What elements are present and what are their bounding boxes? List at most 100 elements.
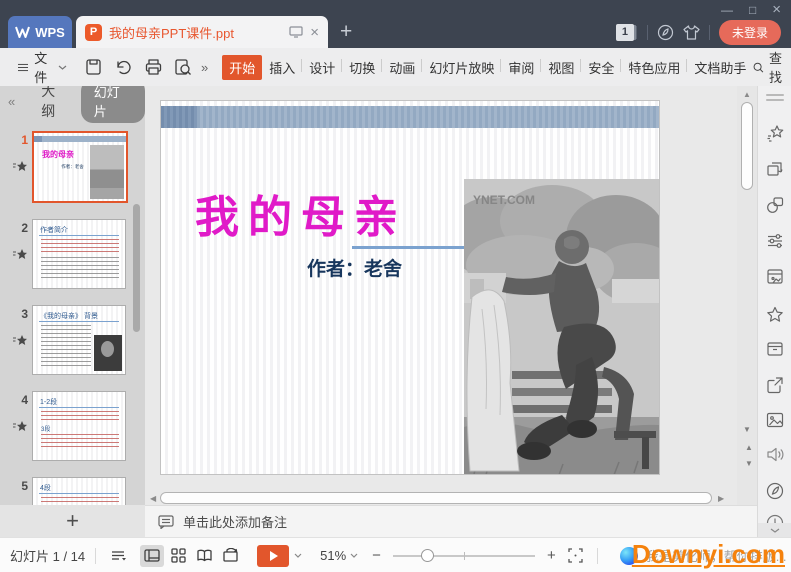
picture-icon[interactable] [766, 412, 784, 428]
scroll-down-arrow[interactable]: ▼ [737, 426, 757, 433]
tab-design[interactable]: 设计 [302, 55, 342, 80]
more-commands-icon[interactable]: » [201, 60, 208, 75]
share-icon[interactable] [766, 376, 784, 394]
zoom-level[interactable]: 51% [320, 548, 358, 563]
slide-author-text[interactable]: 作者：老舍 [307, 254, 402, 281]
print-preview-icon[interactable] [175, 59, 191, 75]
slide-number: 5 [21, 479, 28, 493]
thumbnail-list: 1 我的母亲 作者：老舍 2 作者简介 [0, 118, 145, 505]
tab-view[interactable]: 视图 [541, 55, 581, 80]
login-button[interactable]: 未登录 [719, 20, 781, 45]
new-slide-button[interactable]: + [0, 505, 145, 537]
smart-beautify-sphere-icon[interactable] [620, 547, 638, 565]
play-options-chevron-icon[interactable] [294, 553, 302, 558]
strip-collapse-button[interactable] [758, 523, 791, 537]
tab-insert[interactable]: 插入 [262, 55, 302, 80]
slide-counter: 幻灯片 1 / 14 [10, 546, 85, 565]
save-icon[interactable] [85, 59, 102, 75]
horizontal-scrollbar[interactable] [160, 492, 712, 504]
present-monitor-icon[interactable] [289, 26, 303, 38]
shapes-icon[interactable] [766, 196, 784, 214]
assistant-hint-text[interactable]: 我是美化师，帮你排版... [646, 546, 787, 565]
material-box-icon[interactable] [766, 341, 784, 357]
file-menu[interactable]: 文件 [18, 48, 67, 86]
strip-drag-handle[interactable] [766, 94, 784, 104]
tab-outline[interactable]: 大纲 [41, 86, 68, 121]
wps-presentation-window: — □ × WPS P 我的母亲PPT课件.ppt × + 1 未登录 文件 [0, 0, 791, 572]
slide-thumbnail-1[interactable]: 1 我的母亲 作者：老舍 [6, 131, 145, 203]
security-badge-icon[interactable] [766, 482, 784, 500]
design-resources-icon[interactable] [766, 268, 784, 286]
document-count-badge[interactable]: 1 [616, 24, 634, 41]
tab-transition[interactable]: 切换 [342, 55, 382, 80]
search-icon [753, 60, 764, 75]
find-button[interactable]: 查找 [753, 48, 787, 86]
panel-scrollbar-thumb[interactable] [133, 204, 140, 332]
animation-star-icon [13, 420, 28, 433]
smart-beautify-icon[interactable] [766, 124, 784, 142]
slide-sorter-button[interactable] [166, 545, 190, 567]
tab-home[interactable]: 开始 [222, 55, 262, 80]
next-slide-button[interactable]: ▼ [737, 460, 757, 467]
zoom-in-button[interactable]: + [547, 547, 556, 564]
laoshe-statue-photo[interactable]: YNET.COM [464, 179, 659, 475]
zoom-slider-thumb[interactable] [421, 549, 434, 562]
wps-home-tab[interactable]: WPS [8, 16, 72, 48]
star-favorites-icon[interactable] [766, 306, 784, 324]
close-button[interactable]: × [772, 3, 781, 17]
fit-to-window-icon[interactable] [568, 548, 583, 563]
minimize-button[interactable]: — [721, 3, 733, 17]
slide-title-text[interactable]: 我的母亲 [195, 181, 407, 245]
chevron-down-icon [58, 65, 67, 70]
new-tab-button[interactable]: + [340, 20, 352, 44]
tab-review[interactable]: 审阅 [501, 55, 541, 80]
previous-slide-button[interactable]: ▲ [737, 444, 757, 451]
scroll-up-arrow[interactable]: ▲ [737, 90, 757, 99]
slide-thumbnail-3[interactable]: 3 《我的母亲》 背景 [6, 305, 145, 375]
normal-view-button[interactable] [140, 545, 164, 567]
document-tab[interactable]: P 我的母亲PPT课件.ppt × [76, 16, 328, 48]
vertical-scrollbar-thumb[interactable] [741, 102, 753, 190]
maximize-button[interactable]: □ [749, 3, 756, 17]
tab-special-apps[interactable]: 特色应用 [621, 55, 687, 80]
speaker-icon[interactable] [766, 446, 785, 463]
slideshow-view-button[interactable] [218, 545, 242, 567]
document-tab-title: 我的母亲PPT课件.ppt [109, 23, 282, 42]
zoom-out-button[interactable]: − [372, 547, 381, 564]
mini-slide-title: 1-2段 [40, 397, 57, 407]
undo-icon[interactable] [115, 60, 132, 75]
skin-theme-icon[interactable] [683, 25, 700, 40]
slide-number: 4 [21, 393, 28, 407]
object-properties-icon[interactable] [766, 232, 784, 250]
find-label: 查找 [769, 48, 787, 86]
scroll-right-arrow[interactable]: ▶ [718, 494, 724, 503]
play-icon [270, 551, 278, 561]
zoom-slider[interactable] [393, 555, 535, 557]
slide-editor[interactable]: 我的母亲 作者：老舍 [160, 100, 660, 475]
divider [95, 548, 96, 564]
ribbon-right: 查找 ? [753, 48, 791, 86]
slide-thumbnail-5[interactable]: 5 4段 [6, 477, 145, 505]
notes-lines-icon [111, 550, 128, 562]
tab-slideshow[interactable]: 幻灯片放映 [422, 55, 501, 80]
panel-header: « 大纲 幻灯片 [0, 86, 145, 116]
slide-thumbnail-4[interactable]: 4 1-2段 3段 [6, 391, 145, 461]
normal-view-icon [144, 549, 160, 562]
promo-leaf-icon[interactable] [657, 24, 674, 41]
tab-animation[interactable]: 动画 [382, 55, 422, 80]
slide-thumbnail-2[interactable]: 2 作者简介 [6, 219, 145, 289]
slide-transition-icon[interactable] [766, 160, 784, 178]
notes-toggle-button[interactable] [107, 545, 131, 567]
scroll-left-arrow[interactable]: ◀ [150, 494, 156, 503]
divider [597, 548, 598, 564]
notes-bar[interactable]: 单击此处添加备注 [145, 505, 757, 537]
close-tab-icon[interactable]: × [310, 24, 319, 41]
print-icon[interactable] [145, 59, 162, 75]
collapse-panel-icon[interactable]: « [8, 94, 15, 109]
tab-security[interactable]: 安全 [581, 55, 621, 80]
reading-view-button[interactable] [192, 545, 216, 567]
photo-watermark-text: YNET.COM [473, 193, 535, 207]
window-controls: — □ × [721, 2, 781, 18]
tab-doc-assistant[interactable]: 文档助手 [687, 55, 753, 80]
play-slideshow-button[interactable] [257, 545, 289, 567]
